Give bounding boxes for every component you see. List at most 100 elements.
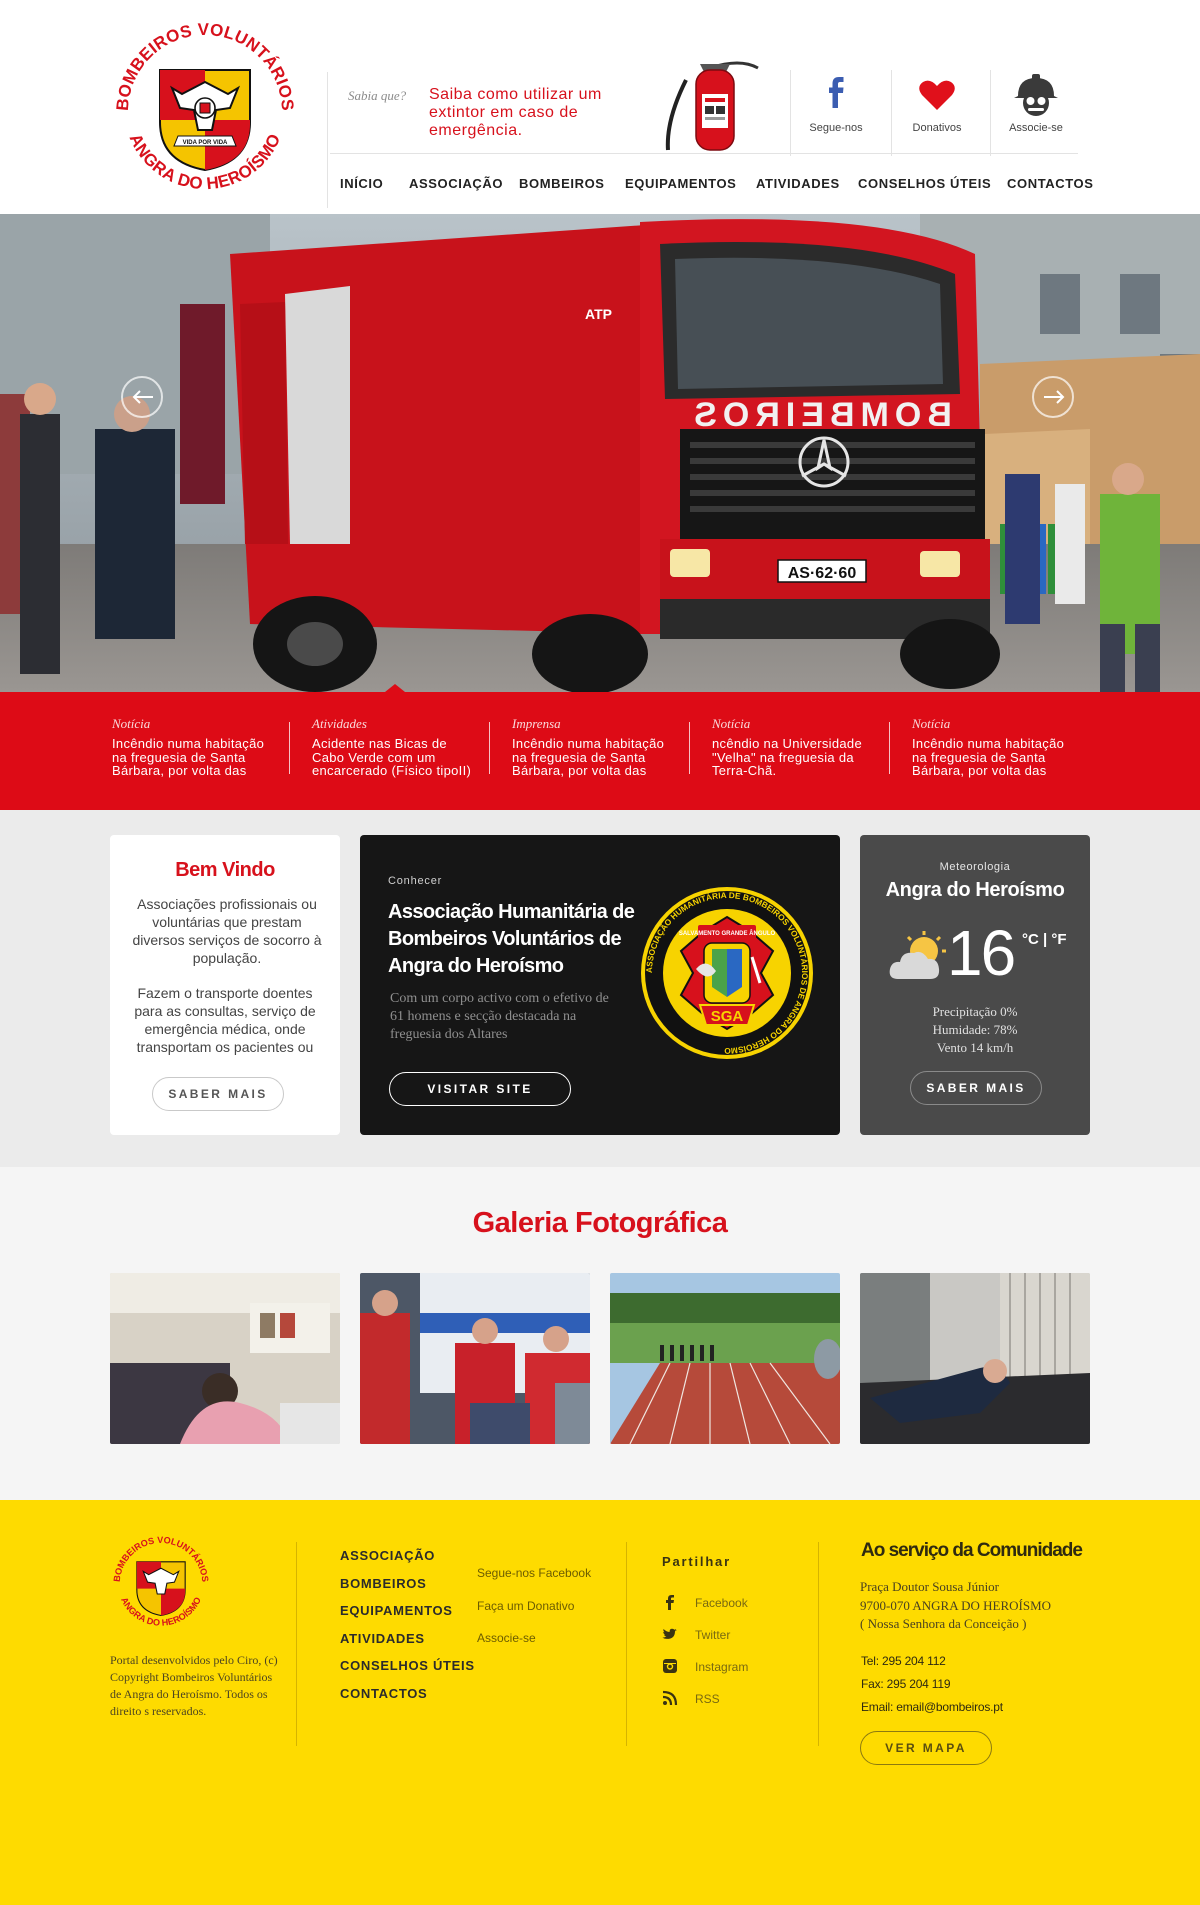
share-title: Partilhar <box>662 1554 731 1569</box>
news-category: Notícia <box>912 716 951 731</box>
news-category: Notícia <box>712 716 751 731</box>
footer-donate-link[interactable]: Faça um Donativo <box>477 1590 591 1623</box>
news-item[interactable]: Notícia Incêndio numa habitação na fregu… <box>112 716 282 778</box>
social-divider <box>990 70 991 156</box>
running-track-image <box>610 1273 840 1444</box>
news-title: Incêndio numa habitação na freguesia de … <box>512 736 665 779</box>
fire-truck-photo: BOMBEIROS AS·62·60 ATP <box>0 214 1200 692</box>
weather-more-button[interactable]: SABER MAIS <box>910 1071 1042 1105</box>
news-category: Atividades <box>312 716 367 731</box>
footer-links: Segue-nos Facebook Faça um Donativo Asso… <box>477 1557 591 1655</box>
footer-nav-equipamentos[interactable]: EQUIPAMENTOS <box>340 1597 480 1625</box>
gallery-title: Galeria Fotográfica <box>472 1207 728 1239</box>
footer-facebook-link[interactable]: Segue-nos Facebook <box>477 1557 591 1590</box>
news-ticker: Notícia Incêndio numa habitação na fregu… <box>0 684 1200 810</box>
footer-logo[interactable]: BOMBEIROS VOLUNTÁRIOS ANGRA DO HEROÍSMO <box>110 1530 212 1636</box>
footer-email[interactable]: Email: email@bombeiros.pt <box>861 1696 1003 1719</box>
weather-precipitation: Precipitação 0% <box>932 1004 1018 1019</box>
address-line-1: Praça Doutor Sousa Júnior <box>860 1579 1000 1594</box>
news-item[interactable]: Imprensa Incêndio numa habitação na freg… <box>512 716 682 778</box>
news-item[interactable]: Atividades Acidente nas Bicas de Cabo Ve… <box>312 716 482 778</box>
slider-next-button[interactable] <box>1032 376 1074 418</box>
hero-slider: BOMBEIROS AS·62·60 ATP <box>0 214 1200 692</box>
footer-nav-associacao[interactable]: ASSOCIAÇÃO <box>340 1542 480 1570</box>
share-facebook-label: Facebook <box>695 1596 748 1610</box>
site-footer: BOMBEIROS VOLUNTÁRIOS ANGRA DO HEROÍSMO … <box>0 1500 1200 1905</box>
welcome-text-1: Associações profissionais ou voluntárias… <box>132 896 322 966</box>
news-item[interactable]: Notícia ncêndio na Universidade "Velha" … <box>712 716 882 778</box>
address-line-3: ( Nossa Senhora da Conceição ) <box>860 1616 1027 1631</box>
site-header: BOMBEIROS VOLUNTÁRIOS ANGRA DO HEROÍSMO … <box>0 0 1200 214</box>
community-title: Ao serviço da Comunidade <box>861 1540 1083 1561</box>
nav-bombeiros[interactable]: BOMBEIROS <box>519 176 625 192</box>
facebook-icon <box>666 1595 674 1610</box>
footer-address: Praça Doutor Sousa Júnior 9700-070 ANGRA… <box>860 1578 1051 1634</box>
facebook-follow-link[interactable]: Segue-nos <box>790 70 882 156</box>
footer-nav-bombeiros[interactable]: BOMBEIROS <box>340 1570 480 1598</box>
footer-divider <box>626 1542 627 1746</box>
license-plate: AS·62·60 <box>788 565 857 582</box>
footer-nav-contactos[interactable]: CONTACTOS <box>340 1680 480 1708</box>
instagram-icon <box>663 1659 677 1673</box>
training-exercise-image <box>860 1273 1090 1444</box>
footer-divider <box>296 1542 297 1746</box>
footer-divider <box>818 1542 819 1746</box>
firefighter-icon <box>1014 74 1058 116</box>
footer-credits: Portal desenvolvidos pelo Ciro, (c) Copy… <box>110 1653 278 1718</box>
visit-site-button[interactable]: VISITAR SITE <box>389 1072 571 1106</box>
welcome-more-button[interactable]: SABER MAIS <box>152 1077 284 1111</box>
weather-temperature: 16 <box>947 917 1016 989</box>
weather-city: Angra do Heroísmo <box>885 879 1065 901</box>
gallery-photo[interactable] <box>360 1273 590 1444</box>
firefighters-ambulance-image <box>360 1273 590 1444</box>
news-item[interactable]: Notícia Incêndio numa habitação na fregu… <box>912 716 1082 778</box>
news-title: Incêndio numa habitação na freguesia de … <box>912 736 1065 779</box>
join-link[interactable]: Associe-se <box>990 70 1082 156</box>
gallery-photo[interactable] <box>110 1273 340 1444</box>
view-map-button[interactable]: VER MAPA <box>860 1731 992 1765</box>
did-you-know-text[interactable]: Saiba como utilizar um extintor em caso … <box>429 86 644 140</box>
rss-icon <box>662 1690 678 1706</box>
facebook-icon <box>829 77 844 108</box>
nav-atividades[interactable]: ATIVIDADES <box>756 176 858 192</box>
site-logo[interactable]: BOMBEIROS VOLUNTÁRIOS ANGRA DO HEROÍSMO … <box>110 12 300 207</box>
welcome-title: Bem Vindo <box>175 859 275 881</box>
footer-join-link[interactable]: Associe-se <box>477 1622 591 1655</box>
weather-kicker: Meteorologia <box>939 861 1011 873</box>
truck-lettering: BOMBEIROS <box>688 396 952 434</box>
gallery-photo[interactable] <box>860 1273 1090 1444</box>
temperature-unit-toggle[interactable]: °C | °F <box>1022 931 1067 948</box>
weather-card: Meteorologia Angra do Heroísmo 16 °C | °… <box>860 835 1090 1135</box>
footer-phone[interactable]: Tel: 295 204 112 <box>861 1650 1003 1673</box>
badge-code: SGA <box>711 1008 744 1025</box>
photo-gallery-section: Galeria Fotográfica <box>0 1167 1200 1500</box>
association-kicker: Conhecer <box>388 875 443 887</box>
nav-divider <box>330 153 1078 154</box>
news-divider <box>489 722 490 774</box>
arrow-left-icon <box>132 390 153 404</box>
news-title: Incêndio numa habitação na freguesia de … <box>112 736 265 779</box>
nav-conselhos-uteis[interactable]: CONSELHOS ÚTEIS <box>858 176 1007 192</box>
nav-equipamentos[interactable]: EQUIPAMENTOS <box>625 176 756 192</box>
welcome-card: Bem Vindo Associações profissionais ou v… <box>110 835 340 1135</box>
weather-wind: Vento 14 km/h <box>936 1040 1014 1055</box>
footer-nav: ASSOCIAÇÃO BOMBEIROS EQUIPAMENTOS ATIVID… <box>340 1542 480 1707</box>
news-title: Acidente nas Bicas de Cabo Verde com um … <box>312 736 472 779</box>
gallery-photo[interactable] <box>610 1273 840 1444</box>
heart-icon <box>919 80 955 110</box>
nav-contactos[interactable]: CONTACTOS <box>1007 176 1094 192</box>
logo-motto: VIDA POR VIDA <box>183 140 228 146</box>
news-divider <box>289 722 290 774</box>
nav-inicio[interactable]: INÍCIO <box>340 176 409 192</box>
slider-prev-button[interactable] <box>121 376 163 418</box>
footer-nav-conselhos-uteis[interactable]: CONSELHOS ÚTEIS <box>340 1652 480 1680</box>
donations-label: Donativos <box>912 122 962 134</box>
nav-associacao[interactable]: ASSOCIAÇÃO <box>409 176 519 192</box>
twitter-icon <box>662 1628 677 1639</box>
footer-nav-atividades[interactable]: ATIVIDADES <box>340 1625 480 1653</box>
footer-contacts: Tel: 295 204 112 Fax: 295 204 119 Email:… <box>861 1650 1003 1719</box>
arrow-right-icon <box>1044 390 1065 404</box>
did-you-know-label: Sabia que? <box>348 88 407 103</box>
donations-link[interactable]: Donativos <box>891 70 983 156</box>
ambulance-interior-image <box>110 1273 340 1444</box>
